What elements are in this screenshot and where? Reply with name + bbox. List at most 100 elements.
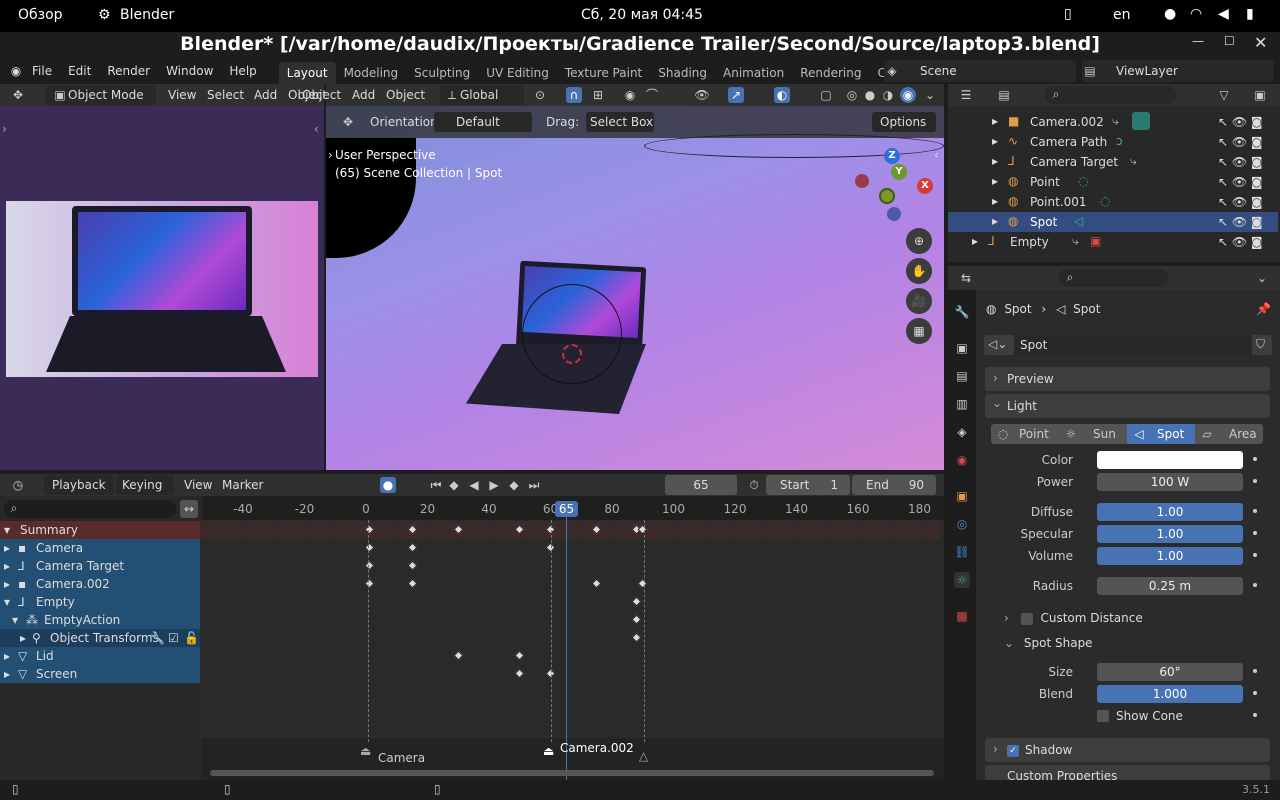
- collapse-icon[interactable]: ↔: [180, 500, 198, 518]
- view-layer-tab-icon[interactable]: ▥: [954, 396, 970, 412]
- light-type-point[interactable]: ◌ Point: [991, 424, 1059, 444]
- section-preview[interactable]: Preview: [985, 367, 1270, 391]
- clipboard-icon[interactable]: ▯: [1064, 6, 1072, 22]
- tab-texture-paint[interactable]: Texture Paint: [557, 62, 650, 84]
- toggle-row[interactable]: ↖ 👁 ◙: [1218, 172, 1272, 192]
- viewlayer-name[interactable]: ViewLayer: [1116, 64, 1178, 78]
- expand-arrow-icon[interactable]: ▸: [992, 174, 998, 188]
- keyframe-dot[interactable]: [1253, 479, 1257, 483]
- tool-tab-icon[interactable]: 🔧: [954, 304, 970, 320]
- navigation-gizmo[interactable]: Z Y X: [855, 148, 933, 226]
- marker-label[interactable]: Camera: [378, 751, 425, 765]
- orientation-dropdown[interactable]: Default: [434, 112, 532, 132]
- falloff-icon[interactable]: ⌒: [644, 87, 660, 103]
- keyframe-dot[interactable]: [1253, 457, 1257, 461]
- mode-dropdown[interactable]: ▣ Object Mode: [46, 85, 156, 105]
- channel-empty[interactable]: ▾ ⅃ Empty: [0, 593, 200, 611]
- channel-search-input[interactable]: ⌕: [4, 500, 176, 518]
- camera-marker-icon[interactable]: ⏏: [543, 744, 554, 758]
- toggle-row[interactable]: ↖ 👁 ◙: [1218, 232, 1272, 252]
- diffuse-field[interactable]: 1.00: [1097, 503, 1243, 521]
- language-indicator[interactable]: en: [1113, 7, 1131, 23]
- world-tab-icon[interactable]: ◉: [954, 452, 970, 468]
- visibility-icon[interactable]: 👁: [694, 87, 710, 103]
- play-reverse-icon[interactable]: ◀: [466, 477, 482, 493]
- gizmo-x-axis[interactable]: X: [917, 178, 933, 194]
- clock[interactable]: Сб, 20 мая 04:45: [581, 7, 703, 23]
- keyframe-dot[interactable]: [1253, 713, 1257, 717]
- keyframe-dot[interactable]: [1253, 583, 1257, 587]
- sidebar-expand-icon[interactable]: ‹: [934, 148, 939, 162]
- radius-field[interactable]: 0.25 m: [1097, 577, 1243, 595]
- shading-options-icon[interactable]: ⌄: [922, 87, 938, 103]
- timeline-scrollbar[interactable]: [210, 770, 934, 776]
- keyframe-dot[interactable]: [1253, 553, 1257, 557]
- datablock-name[interactable]: Spot: [1014, 335, 1252, 355]
- move-tool-icon[interactable]: ✥: [340, 114, 356, 130]
- constraints-tab-icon[interactable]: ⛓: [954, 544, 970, 560]
- blend-field[interactable]: 1.000: [1097, 685, 1243, 703]
- output-tab-icon[interactable]: ▤: [954, 368, 970, 384]
- tab-shading[interactable]: Shading: [650, 62, 715, 84]
- material-shading-icon[interactable]: ◑: [880, 87, 896, 103]
- camera-marker-icon[interactable]: ⏏: [360, 744, 371, 758]
- chevron-left-icon[interactable]: ‹: [314, 122, 319, 136]
- channel-lid[interactable]: ▸ ▽ Lid: [0, 647, 200, 665]
- display-mode-icon[interactable]: ▤: [996, 87, 1012, 103]
- start-frame-field[interactable]: Start 1: [766, 475, 850, 495]
- toggle-row[interactable]: ↖ 👁 ◙: [1218, 212, 1272, 232]
- drag-dropdown[interactable]: Select Box: [586, 112, 654, 132]
- snap-target-icon[interactable]: ⊞: [590, 87, 606, 103]
- keyframe-dot[interactable]: [1253, 509, 1257, 513]
- power-field[interactable]: 100 W: [1097, 473, 1243, 491]
- transform-orientation-dropdown[interactable]: ⟂ Global: [440, 85, 524, 105]
- pin-icon[interactable]: 📌: [1256, 302, 1271, 316]
- location-icon[interactable]: ●: [1164, 6, 1176, 22]
- menu-view[interactable]: View: [184, 478, 212, 492]
- datablock-selector[interactable]: ◁⌄ Spot ⛉: [984, 335, 1272, 355]
- color-swatch[interactable]: [1097, 451, 1243, 469]
- overview-button[interactable]: Обзор: [18, 7, 63, 23]
- light-data-tab-icon[interactable]: ☼: [954, 572, 970, 588]
- xray-icon[interactable]: ▢: [818, 87, 834, 103]
- 3d-cursor[interactable]: [562, 344, 582, 364]
- solid-shading-icon[interactable]: ●: [862, 87, 878, 103]
- channel-summary[interactable]: ▾ Summary: [0, 521, 200, 539]
- keyframe-dot[interactable]: [1253, 691, 1257, 695]
- overlay-toggle-icon[interactable]: ◐: [774, 87, 790, 103]
- light-type-sun[interactable]: ☼ Sun: [1059, 424, 1127, 444]
- volume-icon[interactable]: ◀: [1218, 6, 1229, 22]
- section-light[interactable]: Light: [985, 394, 1270, 418]
- menu-help[interactable]: Help: [221, 60, 264, 82]
- tab-sculpting[interactable]: Sculpting: [406, 62, 478, 84]
- breadcrumb-data[interactable]: Spot: [1073, 302, 1100, 316]
- play-icon[interactable]: ▶: [486, 477, 502, 493]
- texture-tab-icon[interactable]: ▩: [954, 608, 970, 624]
- channel-camera-target[interactable]: ▸ ⅃ Camera Target: [0, 557, 200, 575]
- editor-type-icon[interactable]: ✥: [10, 87, 26, 103]
- light-type-area[interactable]: ▱ Area: [1195, 424, 1263, 444]
- channel-camera[interactable]: ▸ ▪ Camera: [0, 539, 200, 557]
- playhead-frame-label[interactable]: 65: [555, 501, 578, 517]
- auto-keying-icon[interactable]: ●: [380, 477, 396, 493]
- app-name[interactable]: Blender: [120, 7, 174, 23]
- chevron-right-icon[interactable]: ›: [2, 122, 7, 136]
- custom-distance-subpanel[interactable]: › Custom Distance: [1004, 608, 1270, 628]
- camera-preview[interactable]: › ‹: [0, 106, 324, 470]
- menu-file[interactable]: File: [24, 60, 60, 82]
- maximize-icon[interactable]: ☐: [1224, 34, 1235, 48]
- toolbar-expand-icon[interactable]: ›: [328, 148, 333, 162]
- jump-start-icon[interactable]: ⏮: [428, 477, 444, 493]
- minimize-icon[interactable]: —: [1192, 34, 1204, 48]
- expand-arrow-icon[interactable]: ▸: [972, 234, 978, 248]
- shadow-checkbox[interactable]: ✓: [1007, 744, 1019, 757]
- current-frame-field[interactable]: 65: [665, 475, 737, 495]
- keyframe-dot[interactable]: [1253, 669, 1257, 673]
- chevron-down-icon[interactable]: ⌄: [1254, 270, 1270, 286]
- physics-tab-icon[interactable]: ◎: [954, 516, 970, 532]
- toggle-row[interactable]: ↖ 👁 ◙: [1218, 152, 1272, 172]
- new-collection-icon[interactable]: ▣: [1252, 87, 1268, 103]
- scene-selector[interactable]: ◈ Scene: [884, 60, 1076, 82]
- menu-object-2[interactable]: Object: [302, 88, 341, 102]
- channel-camera-002[interactable]: ▸ ▪ Camera.002: [0, 575, 200, 593]
